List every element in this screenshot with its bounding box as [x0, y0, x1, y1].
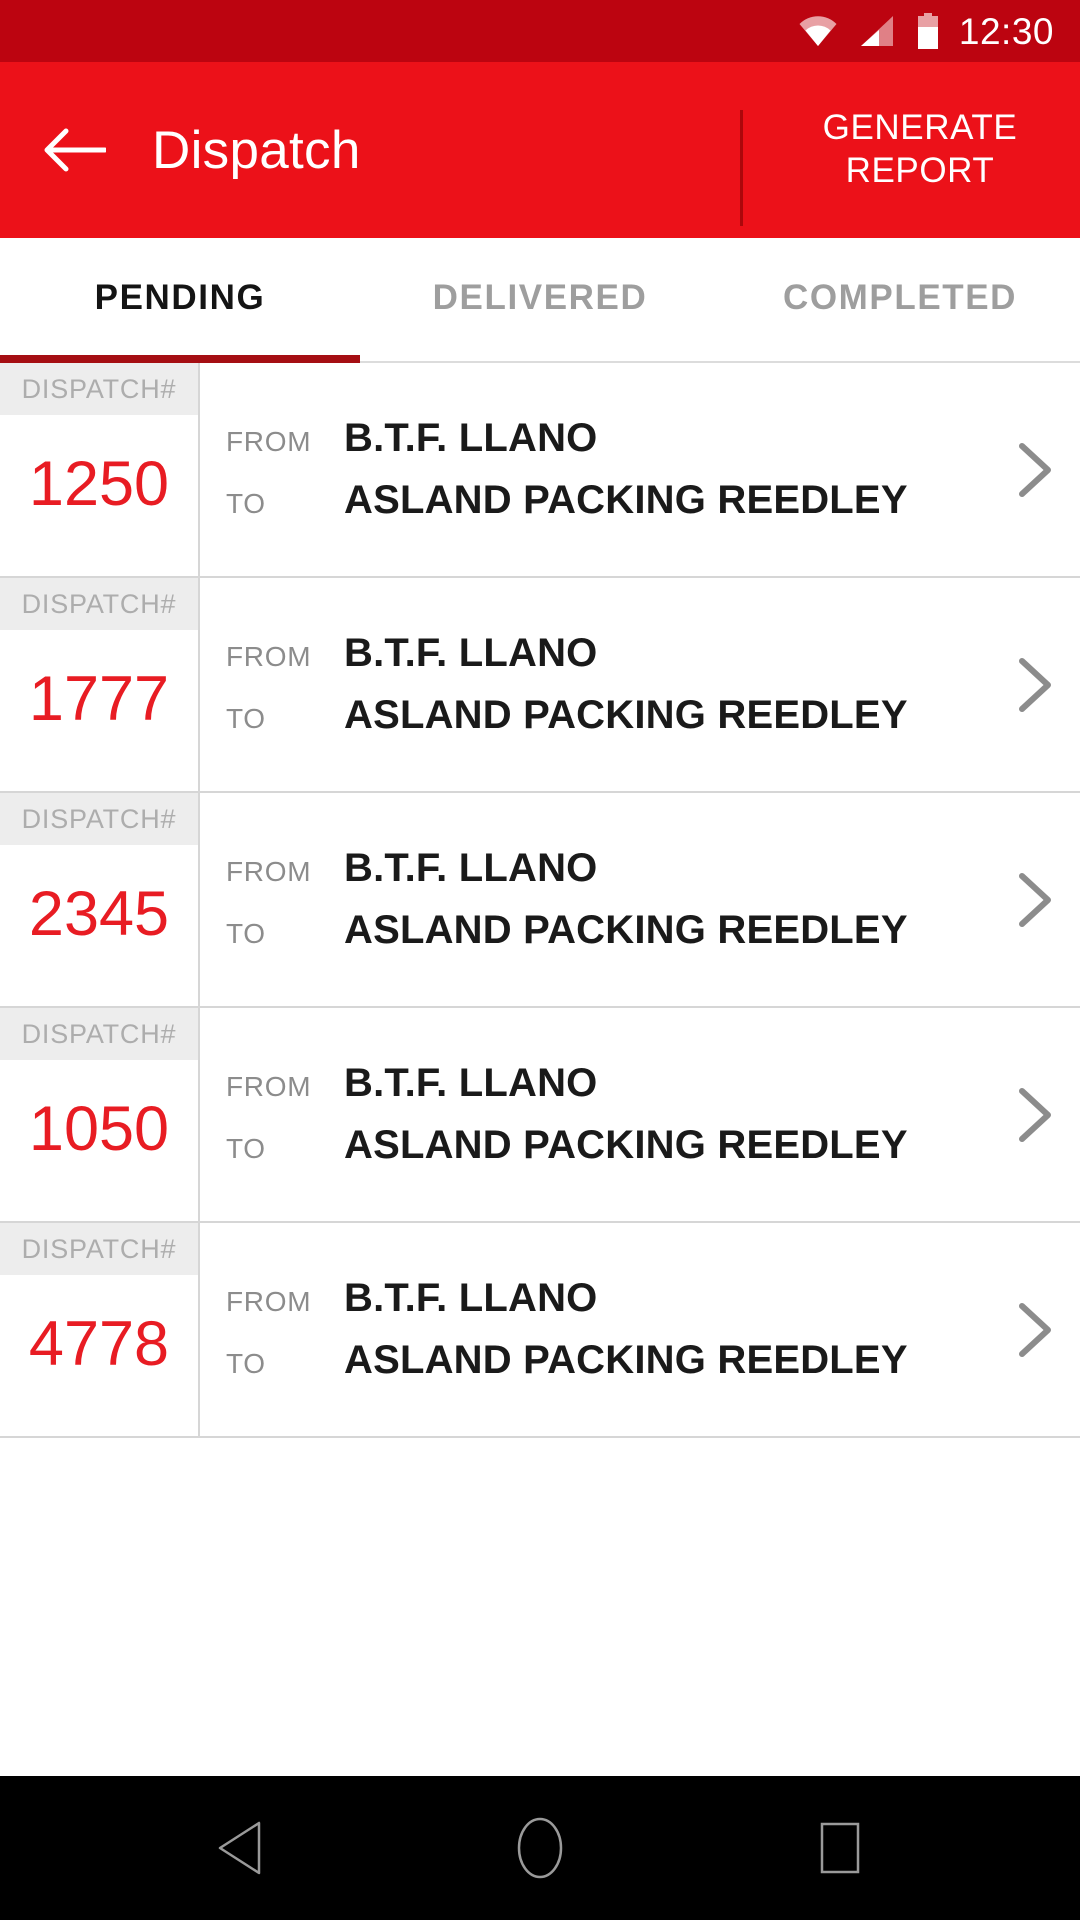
- dispatch-number-value: 2345: [28, 879, 170, 949]
- wifi-icon: [799, 16, 837, 46]
- tab-pending[interactable]: PENDING: [0, 238, 360, 363]
- route-to: TO ASLAND PACKING REEDLEY: [226, 693, 984, 738]
- dispatch-route-cell: FROM B.T.F. LLANO TO ASLAND PACKING REED…: [200, 1008, 1080, 1221]
- app-bar-divider: [740, 110, 743, 226]
- dispatch-number-value: 1777: [28, 664, 170, 734]
- table-row[interactable]: DISPATCH# 1250 FROM B.T.F. LLANO TO ASLA…: [0, 363, 1080, 578]
- cell-signal-icon: [859, 15, 895, 47]
- tab-pending-label: PENDING: [94, 277, 266, 317]
- dispatch-number-header: DISPATCH#: [0, 578, 198, 630]
- route-from: FROM B.T.F. LLANO: [226, 846, 984, 891]
- dispatch-number-cell: DISPATCH# 1250: [0, 363, 200, 576]
- tab-bar: PENDING DELIVERED COMPLETED: [0, 238, 1080, 363]
- back-button[interactable]: [0, 62, 150, 238]
- phone-screen: 12:30 Dispatch GENERATE REPORT PENDING D…: [0, 0, 1080, 1920]
- page-title: Dispatch: [152, 120, 361, 180]
- route-from: FROM B.T.F. LLANO: [226, 1276, 984, 1321]
- from-label: FROM: [226, 1071, 312, 1102]
- from-value: B.T.F. LLANO: [344, 631, 598, 675]
- dispatch-number-cell: DISPATCH# 2345: [0, 793, 200, 1006]
- status-icon-group: [799, 13, 939, 49]
- from-value: B.T.F. LLANO: [344, 1276, 598, 1320]
- dispatch-number-cell: DISPATCH# 1777: [0, 578, 200, 791]
- nav-back-button[interactable]: [180, 1776, 300, 1920]
- table-row[interactable]: DISPATCH# 2345 FROM B.T.F. LLANO TO ASLA…: [0, 793, 1080, 1008]
- tab-active-indicator: [0, 355, 360, 363]
- to-label: TO: [226, 918, 266, 949]
- to-label: TO: [226, 488, 266, 519]
- table-row[interactable]: DISPATCH# 1777 FROM B.T.F. LLANO TO ASLA…: [0, 578, 1080, 793]
- route-from: FROM B.T.F. LLANO: [226, 416, 984, 461]
- tab-completed-label: COMPLETED: [782, 277, 1018, 317]
- to-value: ASLAND PACKING REEDLEY: [344, 1123, 908, 1167]
- dispatch-route-cell: FROM B.T.F. LLANO TO ASLAND PACKING REED…: [200, 363, 1080, 576]
- to-value: ASLAND PACKING REEDLEY: [344, 908, 908, 952]
- arrow-back-icon: [44, 127, 106, 173]
- route-to: TO ASLAND PACKING REEDLEY: [226, 478, 984, 523]
- to-value: ASLAND PACKING REEDLEY: [344, 1338, 908, 1382]
- tab-completed[interactable]: COMPLETED: [720, 238, 1080, 363]
- tab-delivered[interactable]: DELIVERED: [360, 238, 720, 363]
- route-to: TO ASLAND PACKING REEDLEY: [226, 1338, 984, 1383]
- dispatch-number-header: DISPATCH#: [0, 793, 198, 845]
- to-value: ASLAND PACKING REEDLEY: [344, 478, 908, 522]
- chevron-right-icon[interactable]: [1014, 442, 1056, 498]
- dispatch-route-cell: FROM B.T.F. LLANO TO ASLAND PACKING REED…: [200, 1223, 1080, 1436]
- battery-icon: [917, 13, 939, 49]
- dispatch-route-cell: FROM B.T.F. LLANO TO ASLAND PACKING REED…: [200, 578, 1080, 791]
- from-value: B.T.F. LLANO: [344, 846, 598, 890]
- route-from: FROM B.T.F. LLANO: [226, 1061, 984, 1106]
- from-value: B.T.F. LLANO: [344, 416, 598, 460]
- generate-report-label-line2: REPORT: [845, 151, 995, 190]
- to-label: TO: [226, 703, 266, 734]
- chevron-right-icon[interactable]: [1014, 657, 1056, 713]
- dispatch-number-header: DISPATCH#: [0, 1223, 198, 1275]
- dispatch-number-header: DISPATCH#: [0, 1008, 198, 1060]
- dispatch-number-value: 1050: [28, 1094, 170, 1164]
- android-navigation-bar: [0, 1776, 1080, 1920]
- generate-report-label-line1: GENERATE: [822, 108, 1018, 148]
- dispatch-number-value: 1250: [28, 449, 170, 519]
- from-label: FROM: [226, 426, 312, 457]
- nav-home-circle-icon: [516, 1816, 564, 1880]
- dispatch-list: DISPATCH# 1250 FROM B.T.F. LLANO TO ASLA…: [0, 363, 1080, 1776]
- chevron-right-icon[interactable]: [1014, 1302, 1056, 1358]
- generate-report-button[interactable]: GENERATE REPORT: [760, 62, 1080, 238]
- nav-recents-button[interactable]: [780, 1776, 900, 1920]
- route-to: TO ASLAND PACKING REEDLEY: [226, 1123, 984, 1168]
- dispatch-number-cell: DISPATCH# 1050: [0, 1008, 200, 1221]
- from-label: FROM: [226, 641, 312, 672]
- dispatch-route-cell: FROM B.T.F. LLANO TO ASLAND PACKING REED…: [200, 793, 1080, 1006]
- app-bar: Dispatch GENERATE REPORT: [0, 62, 1080, 238]
- chevron-right-icon[interactable]: [1014, 872, 1056, 928]
- tab-delivered-label: DELIVERED: [432, 277, 648, 317]
- status-bar-clock: 12:30: [958, 10, 1054, 52]
- nav-back-triangle-icon: [217, 1820, 263, 1876]
- nav-recents-square-icon: [816, 1820, 864, 1876]
- nav-home-button[interactable]: [480, 1776, 600, 1920]
- chevron-right-icon[interactable]: [1014, 1087, 1056, 1143]
- dispatch-number-value: 4778: [28, 1309, 170, 1379]
- from-label: FROM: [226, 1286, 312, 1317]
- table-row[interactable]: DISPATCH# 4778 FROM B.T.F. LLANO TO ASLA…: [0, 1223, 1080, 1438]
- dispatch-number-cell: DISPATCH# 4778: [0, 1223, 200, 1436]
- to-label: TO: [226, 1133, 266, 1164]
- table-row[interactable]: DISPATCH# 1050 FROM B.T.F. LLANO TO ASLA…: [0, 1008, 1080, 1223]
- route-from: FROM B.T.F. LLANO: [226, 631, 984, 676]
- from-value: B.T.F. LLANO: [344, 1061, 598, 1105]
- status-bar: 12:30: [0, 0, 1080, 62]
- to-value: ASLAND PACKING REEDLEY: [344, 693, 908, 737]
- to-label: TO: [226, 1348, 266, 1379]
- from-label: FROM: [226, 856, 312, 887]
- route-to: TO ASLAND PACKING REEDLEY: [226, 908, 984, 953]
- dispatch-number-header: DISPATCH#: [0, 363, 198, 415]
